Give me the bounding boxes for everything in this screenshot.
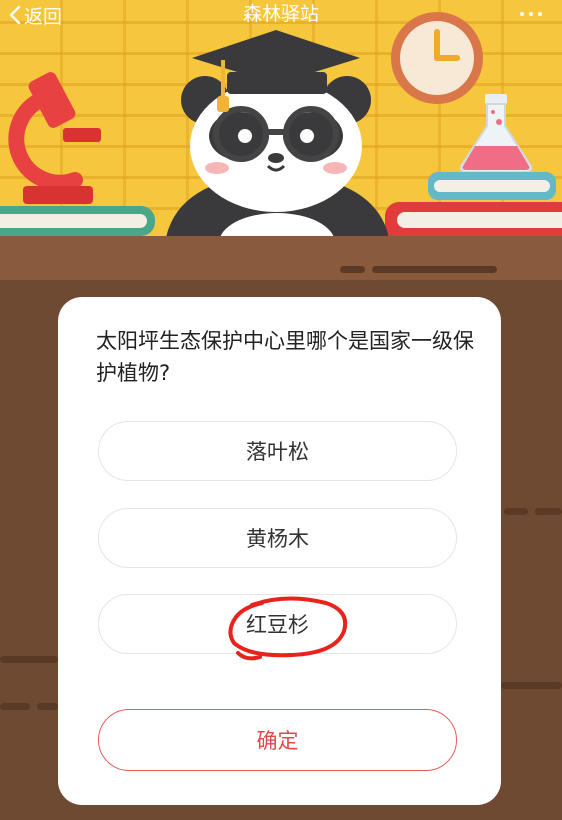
book-red: [385, 202, 562, 240]
flask-icon: [459, 94, 533, 173]
answer-option[interactable]: 红豆杉: [98, 594, 457, 654]
answer-option-label: 红豆杉: [246, 613, 309, 637]
more-options-button[interactable]: [514, 6, 548, 22]
wall-groove: [0, 656, 58, 663]
confirm-button[interactable]: 确定: [98, 709, 457, 771]
answer-option[interactable]: 黄杨木: [98, 508, 457, 568]
more-dot-icon: [529, 12, 533, 16]
wall-groove: [0, 703, 30, 710]
book-stack-right: [428, 172, 556, 200]
wall-groove: [37, 703, 58, 710]
question-text: 太阳坪生态保护中心里哪个是国家一级保护植物?: [96, 329, 474, 385]
desk-groove: [340, 266, 365, 273]
microscope-icon: [8, 72, 101, 204]
answer-option[interactable]: 落叶松: [98, 421, 457, 481]
wall-groove: [504, 508, 528, 515]
book-stack-left: [0, 206, 155, 236]
nav-bar: 返回 森林驿站: [0, 0, 562, 30]
more-dot-icon: [520, 12, 524, 16]
wall-groove: [501, 682, 562, 689]
desk-groove: [372, 266, 497, 273]
desk-surface: [0, 236, 562, 286]
answer-option-label: 黄杨木: [246, 527, 309, 551]
answer-option-label: 落叶松: [246, 440, 309, 464]
quiz-card: 太阳坪生态保护中心里哪个是国家一级保护植物? 落叶松 黄杨木 红豆杉 确定: [58, 297, 501, 805]
more-dot-icon: [538, 12, 542, 16]
page-title: 森林驿站: [242, 3, 319, 25]
panda-mascot: [165, 30, 390, 243]
header-illustration: 返回 森林驿站: [0, 0, 562, 300]
wall-groove: [535, 508, 562, 515]
confirm-label: 确定: [256, 729, 299, 753]
